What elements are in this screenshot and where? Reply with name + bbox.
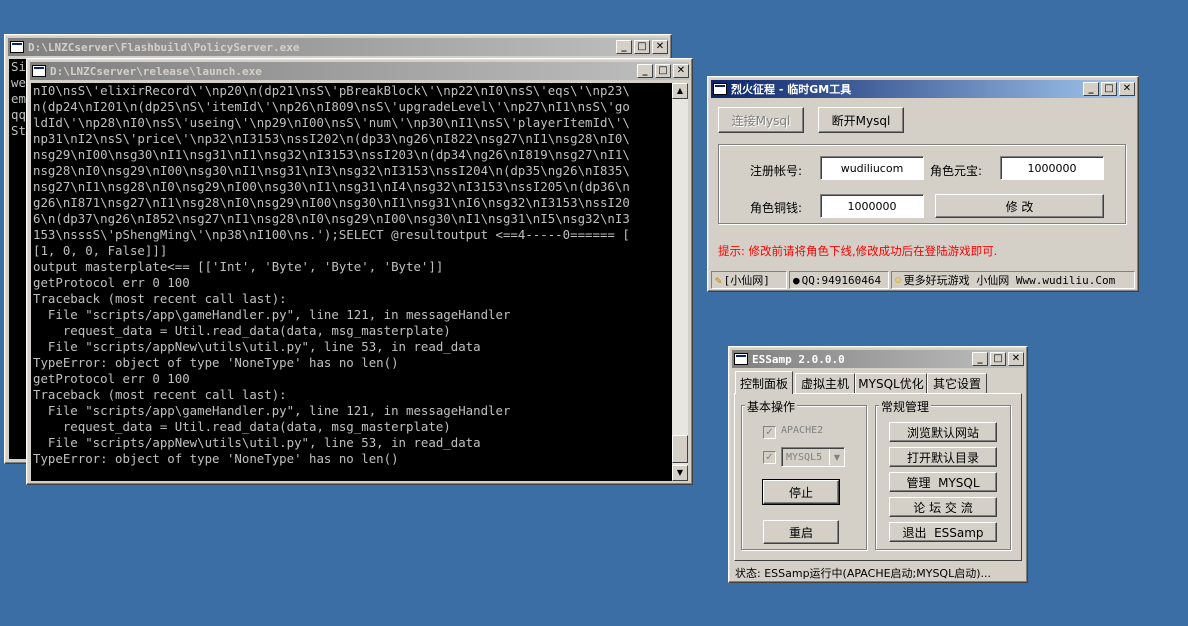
browse-default-site-button[interactable]: 浏览默认网站 <box>889 422 997 442</box>
console-line: np31\nI2\nsS\'price\'\np32\nI3153\nssI20… <box>33 131 630 146</box>
maximize-button[interactable]: □ <box>990 352 1006 366</box>
qq-penguin-icon: ● <box>793 273 800 287</box>
launch-scrollbar[interactable]: ▲ ▼ <box>672 83 688 481</box>
console-line: File "scripts/app\gameHandler.py", line … <box>33 403 511 418</box>
apache-checkbox[interactable]: ✓ <box>763 426 776 439</box>
launch-titlebar[interactable]: D:\LNZCserver\release\launch.exe _ □ ✕ <box>30 62 689 80</box>
general-mgmt-label: 常规管理 <box>879 398 932 415</box>
open-default-dir-button[interactable]: 打开默认目录 <box>889 447 997 467</box>
console-line: nsg29\nI00\nsg30\nI1\nsg31\nI1\nsg32\nI3… <box>33 147 630 162</box>
smiley-icon: ☺ <box>895 273 902 287</box>
scroll-up-button[interactable]: ▲ <box>672 83 688 99</box>
launch-window[interactable]: D:\LNZCserver\release\launch.exe _ □ ✕ n… <box>26 58 693 485</box>
close-button[interactable]: ✕ <box>673 64 689 78</box>
disconnect-mysql-button[interactable]: 断开Mysql <box>818 107 904 133</box>
console-line: getProtocol err 0 100 <box>33 275 190 290</box>
pencil-icon: ✎ <box>715 273 722 287</box>
exit-essamp-button[interactable]: 退出 ESSamp <box>889 522 997 542</box>
stop-button[interactable]: 停止 <box>762 479 840 505</box>
minimize-button[interactable]: _ <box>637 64 653 78</box>
minimize-button[interactable]: _ <box>616 40 632 54</box>
modify-button[interactable]: 修 改 <box>935 194 1104 218</box>
essamp-tab-strip: 控制面板 虚拟主机 MYSQL优化 其它设置 <box>735 371 1025 395</box>
maximize-button[interactable]: □ <box>634 40 650 54</box>
console-line: TypeError: object of type 'NoneType' has… <box>33 451 399 466</box>
tab-control-panel[interactable]: 控制面板 <box>735 371 793 394</box>
gm-status-bar: ✎ [小仙网] ● QQ:949160464 ☺ 更多好玩游戏 小仙网 Www.wud… <box>711 271 1135 289</box>
console-line: File "scripts/appNew\utils\util.py", lin… <box>33 339 481 354</box>
feather-icon <box>734 353 748 365</box>
minimize-button[interactable]: _ <box>972 352 988 366</box>
close-button[interactable]: ✕ <box>1008 352 1024 366</box>
console-line: output masterplate<== [['Int', 'Byte', '… <box>33 259 444 274</box>
console-line: ldId\'\np28\nI0\nsS\'useing\'\np29\nI00\… <box>33 115 630 130</box>
status-panel-more-games[interactable]: ☺ 更多好玩游戏 小仙网 Www.wudiliu.Com <box>891 271 1135 289</box>
gm-hint-text: 提示: 修改前请将角色下线,修改成功后在登陆游戏即可. <box>718 244 998 258</box>
console-line: g26\nI871\nsg27\nI1\nsg28\nI0\nsg29\nI00… <box>33 195 630 210</box>
essamp-titlebar[interactable]: ESSamp 2.0.0.0 _ □ ✕ <box>732 350 1024 368</box>
yuanbao-label: 角色元宝: <box>930 164 983 178</box>
console-line: 6\n(dp37\ng26\nI852\nsg27\nI1\nsg28\nI0\… <box>33 211 630 226</box>
scroll-down-button[interactable]: ▼ <box>672 465 688 481</box>
maximize-button[interactable]: □ <box>1101 82 1117 96</box>
console-line: 153\nsssS\'pShengMing\'\np38\nI100\ns.')… <box>33 227 630 242</box>
policy-server-titlebar[interactable]: D:\LNZCserver\Flashbuild\PolicyServer.ex… <box>8 38 668 56</box>
console-line: nI0\nsS\'elixirRecord\'\np20\n(dp21\nsS\… <box>33 83 630 98</box>
apache-label: APACHE2 <box>781 425 824 436</box>
policy-server-title: D:\LNZCserver\Flashbuild\PolicyServer.ex… <box>28 40 300 54</box>
console-line: getProtocol err 0 100 <box>33 371 190 386</box>
app-icon <box>713 83 727 95</box>
tab-virtual-host[interactable]: 虚拟主机 <box>795 373 855 393</box>
close-button[interactable]: ✕ <box>652 40 668 54</box>
manage-mysql-button[interactable]: 管理 MYSQL <box>889 472 997 492</box>
status-panel-site: ✎ [小仙网] <box>711 271 787 289</box>
essamp-window[interactable]: ESSamp 2.0.0.0 _ □ ✕ 控制面板 虚拟主机 MYSQL优化 其… <box>728 346 1028 583</box>
mysql-select[interactable]: MYSQL5 ▼ <box>781 447 845 467</box>
console-line: TypeError: object of type 'NoneType' has… <box>33 355 399 370</box>
essamp-title: ESSamp 2.0.0.0 <box>752 352 845 366</box>
mysql-checkbox[interactable]: ✓ <box>763 451 776 464</box>
yuanbao-input[interactable]: 1000000 <box>1000 156 1104 180</box>
gm-tool-titlebar[interactable]: 烈火征程 - 临时GM工具 _ □ ✕ <box>711 80 1135 98</box>
account-input[interactable]: wudiliucom <box>820 156 924 180</box>
minimize-button[interactable]: _ <box>1083 82 1099 96</box>
console-line: File "scripts/appNew\utils\util.py", lin… <box>33 435 481 450</box>
console-line: n(dp24\nI201\n(dp25\nS\'itemId\'\np26\nI… <box>33 99 630 114</box>
launch-title: D:\LNZCserver\release\launch.exe <box>50 64 262 78</box>
close-button[interactable]: ✕ <box>1119 82 1135 96</box>
console-line: request_data = Util.read_data(data, msg_… <box>33 419 451 434</box>
gm-tool-window[interactable]: 烈火征程 - 临时GM工具 _ □ ✕ 连接Mysql 断开Mysql 注册帐号… <box>707 76 1139 292</box>
gm-tool-title: 烈火征程 - 临时GM工具 <box>731 83 852 96</box>
scroll-thumb[interactable] <box>672 435 688 463</box>
console-line: nsg28\nI0\nsg29\nI00\nsg30\nI1\nsg31\nI3… <box>33 163 630 178</box>
console-line: [1, 0, 0, False]]] <box>33 243 168 258</box>
basic-ops-label: 基本操作 <box>745 398 798 415</box>
console-window-icon <box>32 65 46 77</box>
chevron-down-icon[interactable]: ▼ <box>829 449 844 465</box>
console-line: request_data = Util.read_data(data, msg_… <box>33 323 451 338</box>
maximize-button[interactable]: □ <box>655 64 671 78</box>
console-line: nsg27\nI1\nsg28\nI0\nsg29\nI00\nsg30\nI1… <box>33 179 630 194</box>
copper-input[interactable]: 1000000 <box>820 194 924 218</box>
essamp-status-text: 状态: ESSamp运行中(APACHE启动;MYSQL启动)... <box>735 567 992 580</box>
forum-button[interactable]: 论 坛 交 流 <box>889 497 997 517</box>
status-panel-qq: ● QQ:949160464 <box>789 271 889 289</box>
launch-console-output[interactable]: nI0\nsS\'elixirRecord\'\np20\n(dp21\nsS\… <box>31 83 674 481</box>
tab-other-settings[interactable]: 其它设置 <box>927 373 987 393</box>
console-line: File "scripts/app\gameHandler.py", line … <box>33 307 511 322</box>
account-label: 注册帐号: <box>750 164 803 178</box>
console-line: Traceback (most recent call last): <box>33 291 287 306</box>
console-window-icon <box>10 41 24 53</box>
copper-label: 角色铜钱: <box>750 201 803 215</box>
restart-button[interactable]: 重启 <box>763 520 839 544</box>
console-line: Traceback (most recent call last): <box>33 387 287 402</box>
tab-mysql-optimize[interactable]: MYSQL优化 <box>855 373 927 393</box>
connect-mysql-button[interactable]: 连接Mysql <box>718 107 804 133</box>
